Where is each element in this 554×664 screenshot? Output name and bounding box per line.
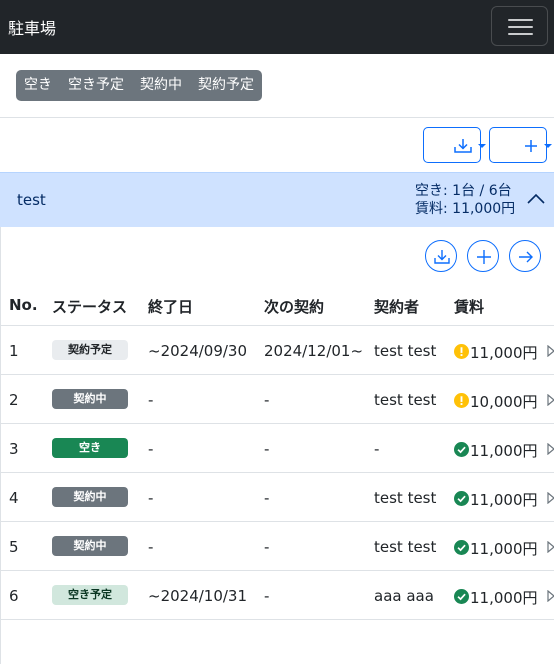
status-filter-group: 空き 空き予定 契約中 契約予定	[16, 70, 262, 101]
brand[interactable]: 駐車場	[8, 15, 56, 39]
cell-contractor: test test	[374, 538, 437, 556]
plus-icon	[525, 140, 552, 152]
chevron-up-icon[interactable]	[527, 192, 545, 206]
cell-end-date: -	[148, 391, 154, 409]
play-icon[interactable]	[547, 541, 554, 553]
filter-vacant[interactable]: 空き	[16, 70, 60, 101]
cell-no: 4	[9, 489, 19, 507]
lot-download-button[interactable]	[425, 240, 457, 272]
status-badge: 契約予定	[52, 340, 128, 360]
cell-contractor: -	[374, 440, 380, 458]
lot-accordion-header[interactable]: test 空き: 1台 / 6台 賃料: 11,000円	[0, 172, 554, 227]
filter-contracted[interactable]: 契約中	[132, 70, 190, 101]
play-icon[interactable]	[547, 394, 554, 406]
check-circle-icon	[454, 442, 469, 457]
cell-next-contract: -	[264, 391, 270, 409]
download-icon	[454, 139, 486, 153]
col-header-fee: 賃料	[454, 298, 485, 316]
filter-vacant-soon[interactable]: 空き予定	[60, 70, 132, 101]
navbar: 駐車場	[0, 0, 554, 54]
cell-fee: 11,000円	[470, 344, 538, 362]
status-badge: 契約中	[52, 536, 128, 556]
play-icon[interactable]	[547, 492, 554, 504]
table-bottom-border	[0, 619, 554, 620]
lot-fee: 賃料: 11,000円	[415, 201, 516, 217]
filter-contract-planned[interactable]: 契約予定	[190, 70, 262, 101]
cell-next-contract: -	[264, 587, 270, 605]
lot-open-button[interactable]	[509, 240, 541, 272]
col-header-contractor: 契約者	[374, 298, 420, 316]
status-badge: 契約中	[52, 389, 128, 409]
cell-contractor: test test	[374, 391, 437, 409]
col-header-status: ステータス	[52, 298, 128, 316]
lot-add-button[interactable]	[467, 240, 499, 272]
navbar-toggle-button[interactable]	[491, 6, 548, 46]
cell-end-date: ~2024/10/31	[148, 587, 248, 605]
play-icon[interactable]	[547, 345, 554, 357]
cell-fee: 11,000円	[470, 540, 538, 558]
download-dropdown-button[interactable]	[423, 127, 486, 163]
status-badge: 空き	[52, 438, 128, 458]
cell-contractor: test test	[374, 489, 437, 507]
cell-fee: 11,000円	[470, 589, 538, 607]
lot-summary: 空き: 1台 / 6台 賃料: 11,000円	[415, 182, 515, 218]
table-row[interactable]: 3 空き - - - 11,000円	[0, 423, 554, 472]
cell-contractor: test test	[374, 342, 437, 360]
cell-next-contract: 2024/12/01~	[264, 342, 364, 360]
divider	[0, 117, 554, 118]
play-icon[interactable]	[547, 590, 554, 602]
check-circle-icon	[454, 540, 469, 555]
cell-no: 3	[9, 440, 19, 458]
check-circle-icon	[454, 589, 469, 604]
status-badge: 空き予定	[52, 585, 128, 605]
cell-no: 2	[9, 391, 19, 409]
download-icon	[434, 250, 450, 264]
plus-icon	[477, 250, 491, 264]
cell-no: 5	[9, 538, 19, 556]
cell-fee: 11,000円	[470, 442, 538, 460]
table-row[interactable]: 5 契約中 - - test test 11,000円	[0, 521, 554, 570]
table-row[interactable]: 1 契約予定 ~2024/09/30 2024/12/01~ test test 11,0…	[0, 325, 554, 374]
lot-name: test	[17, 191, 46, 209]
play-icon[interactable]	[547, 443, 554, 455]
cell-end-date: -	[148, 538, 154, 556]
cell-next-contract: -	[264, 489, 270, 507]
cell-contractor: aaa aaa	[374, 587, 434, 605]
col-header-no: No.	[9, 296, 38, 314]
cell-end-date: ~2024/09/30	[148, 342, 248, 360]
arrow-right-icon	[519, 251, 533, 263]
cell-no: 6	[9, 587, 19, 605]
col-header-end-date: 終了日	[148, 298, 194, 316]
table-row[interactable]: 2 契約中 - - test test 10,000円	[0, 374, 554, 423]
warning-icon	[454, 393, 469, 408]
cell-end-date: -	[148, 440, 154, 458]
cell-end-date: -	[148, 489, 154, 507]
check-circle-icon	[454, 491, 469, 506]
table-row[interactable]: 4 契約中 - - test test 11,000円	[0, 472, 554, 521]
add-dropdown-button[interactable]	[489, 127, 552, 163]
cell-next-contract: -	[264, 440, 270, 458]
cell-fee: 10,000円	[470, 393, 538, 411]
col-header-next-contract: 次の契約	[264, 298, 325, 316]
status-badge: 契約中	[52, 487, 128, 507]
warning-icon	[454, 344, 469, 359]
table-row[interactable]: 6 空き予定 ~2024/10/31- aaa aaa 11,000円	[0, 570, 554, 619]
hamburger-icon	[508, 19, 533, 21]
cell-no: 1	[9, 342, 19, 360]
cell-next-contract: -	[264, 538, 270, 556]
cell-fee: 11,000円	[470, 491, 538, 509]
lot-availability: 空き: 1台 / 6台	[415, 183, 512, 199]
